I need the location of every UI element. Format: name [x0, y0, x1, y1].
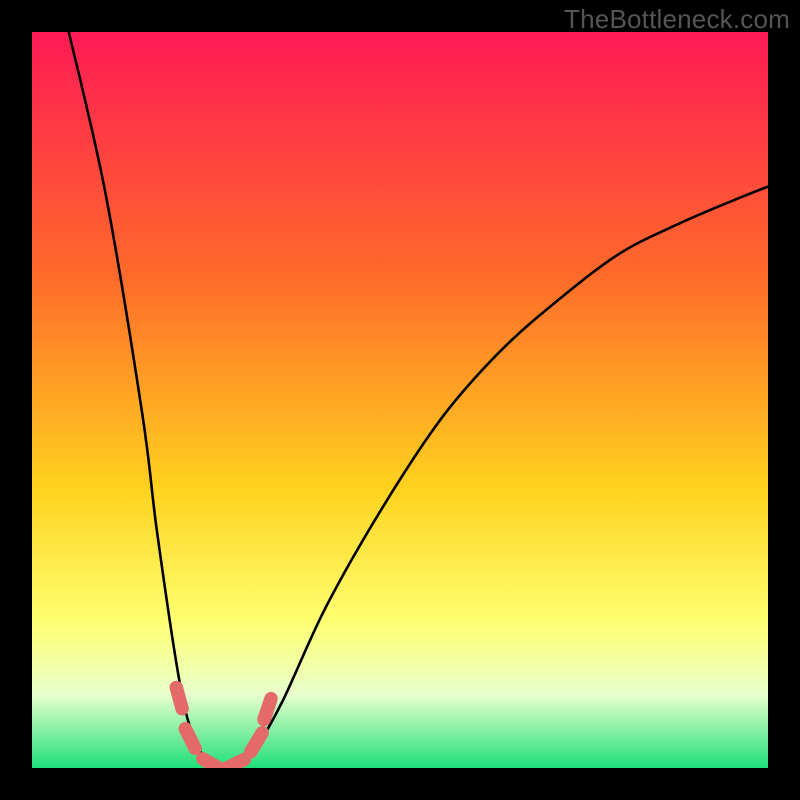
gradient-background — [32, 32, 768, 768]
chart-frame: TheBottleneck.com — [0, 0, 800, 800]
highlight-marker — [185, 729, 195, 749]
highlight-marker — [176, 687, 182, 708]
plot-area — [32, 32, 768, 768]
highlight-marker — [225, 759, 245, 768]
highlight-marker — [264, 699, 271, 720]
bottleneck-chart-svg — [32, 32, 768, 768]
watermark-label: TheBottleneck.com — [564, 4, 790, 35]
